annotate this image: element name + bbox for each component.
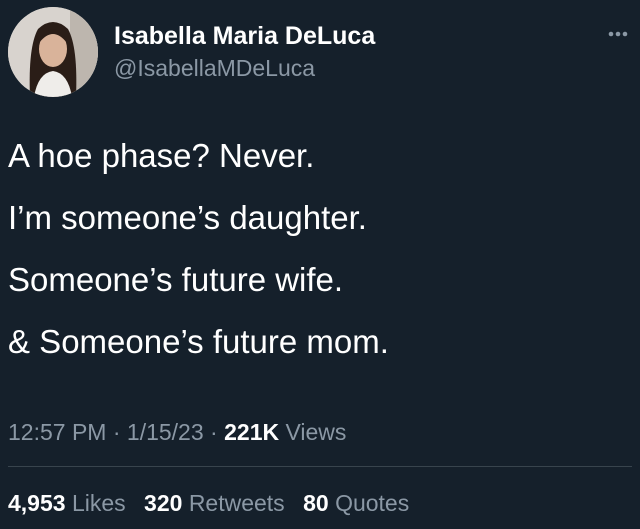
tweet-stats: 4,953 Likes 320 Retweets 80 Quotes: [8, 490, 421, 517]
tweet-time[interactable]: 12:57 PM: [8, 419, 106, 445]
tweet-line: Someone’s future wife.: [8, 261, 344, 298]
quotes-stat[interactable]: 80 Quotes: [303, 490, 409, 516]
avatar[interactable]: [8, 7, 98, 97]
tweet-line: & Someone’s future mom.: [8, 323, 389, 360]
tweet-line: A hoe phase? Never.: [8, 137, 315, 174]
user-handle[interactable]: @IsabellaMDeLuca: [114, 55, 315, 82]
divider: [8, 466, 632, 467]
meta-separator: ·: [210, 419, 218, 445]
tweet-meta: 12:57 PM · 1/15/23 · 221K Views: [8, 419, 346, 446]
views-label: Views: [285, 419, 347, 445]
tweet-line: I’m someone’s daughter.: [8, 199, 367, 236]
retweets-count: 320: [144, 490, 183, 516]
views-count: 221K: [224, 419, 280, 445]
tweet-text: A hoe phase? Never. I’m someone’s daught…: [8, 139, 628, 387]
retweets-stat[interactable]: 320 Retweets: [144, 490, 285, 516]
quotes-count: 80: [303, 490, 329, 516]
more-horizontal-icon: [608, 31, 628, 37]
more-options-button[interactable]: [604, 24, 632, 44]
display-name[interactable]: Isabella Maria DeLuca: [114, 22, 375, 51]
quotes-label: Quotes: [335, 490, 410, 516]
likes-label: Likes: [71, 490, 126, 516]
tweet-date[interactable]: 1/15/23: [127, 419, 204, 445]
likes-count: 4,953: [8, 490, 66, 516]
likes-stat[interactable]: 4,953 Likes: [8, 490, 126, 516]
profile-photo: [8, 7, 98, 97]
meta-separator: ·: [112, 419, 121, 445]
retweets-label: Retweets: [188, 490, 285, 516]
